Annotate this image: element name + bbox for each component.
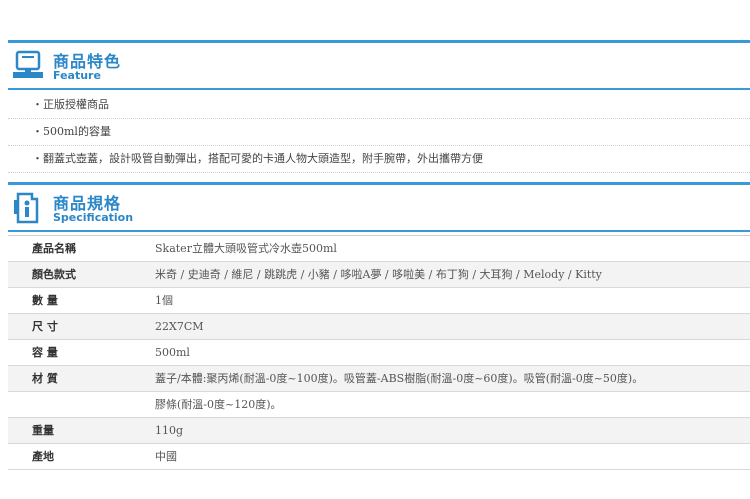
table-row: 數 量 1個 bbox=[8, 288, 750, 314]
spec-subtitle: Specification bbox=[53, 211, 134, 224]
table-row: 膠條(耐溫-0度~120度)。 bbox=[8, 392, 750, 418]
table-row: 產地 中國 bbox=[8, 444, 750, 470]
computer-monitor-icon bbox=[13, 50, 43, 78]
table-row: 產品名稱 Skater立體大頭吸管式冷水壺500ml bbox=[8, 236, 750, 262]
feature-subtitle: Feature bbox=[53, 69, 101, 82]
feature-top-bar bbox=[8, 40, 750, 43]
spec-label: 尺 寸 bbox=[32, 320, 58, 333]
spec-label: 容 量 bbox=[32, 346, 58, 359]
spec-label: 產地 bbox=[32, 450, 54, 463]
table-row: 材 質 蓋子/本體:聚丙烯(耐溫-0度~100度)。吸管蓋-ABS樹脂(耐溫-0… bbox=[8, 366, 750, 392]
feature-item: ・500ml的容量 bbox=[8, 119, 750, 146]
table-row: 重量 110g bbox=[8, 418, 750, 444]
feature-item: ・翻蓋式壺蓋，設計吸管自動彈出，搭配可愛的卡通人物大頭造型，附手腕帶，外出攜帶方… bbox=[8, 146, 750, 173]
spec-value: Skater立體大頭吸管式冷水壺500ml bbox=[155, 242, 337, 255]
table-row: 容 量 500ml bbox=[8, 340, 750, 366]
table-row: 尺 寸 22X7CM bbox=[8, 314, 750, 340]
table-row: 顏色款式 米奇 / 史迪奇 / 維尼 / 跳跳虎 / 小豬 / 哆啦A夢 / 哆… bbox=[8, 262, 750, 288]
spec-header: 商品規格 Specification bbox=[10, 190, 310, 230]
spec-value: 1個 bbox=[155, 294, 173, 307]
spec-label: 產品名稱 bbox=[32, 242, 76, 255]
spec-label: 顏色款式 bbox=[32, 268, 76, 281]
spec-label: 數 量 bbox=[32, 294, 58, 307]
feature-list: ・正版授權商品 ・500ml的容量 ・翻蓋式壺蓋，設計吸管自動彈出，搭配可愛的卡… bbox=[8, 92, 750, 173]
document-spec-icon bbox=[14, 192, 39, 224]
spec-value: 蓋子/本體:聚丙烯(耐溫-0度~100度)。吸管蓋-ABS樹脂(耐溫-0度~60… bbox=[155, 372, 644, 385]
spec-value: 22X7CM bbox=[155, 320, 204, 333]
spec-value: 膠條(耐溫-0度~120度)。 bbox=[155, 398, 282, 411]
spec-label bbox=[8, 392, 155, 417]
feature-header: 商品特色 Feature bbox=[10, 48, 310, 88]
spec-bottom-bar bbox=[8, 230, 750, 232]
spec-value: 110g bbox=[155, 424, 184, 437]
spec-top-bar bbox=[8, 182, 750, 185]
spec-value: 500ml bbox=[155, 346, 190, 359]
spec-value: 米奇 / 史迪奇 / 維尼 / 跳跳虎 / 小豬 / 哆啦A夢 / 哆啦美 / … bbox=[155, 268, 602, 281]
feature-bottom-bar bbox=[8, 88, 750, 90]
spec-label: 重量 bbox=[32, 424, 54, 437]
spec-table: 產品名稱 Skater立體大頭吸管式冷水壺500ml 顏色款式 米奇 / 史迪奇… bbox=[8, 235, 750, 470]
feature-item: ・正版授權商品 bbox=[8, 92, 750, 119]
spec-value: 中國 bbox=[155, 450, 177, 463]
spec-label: 材 質 bbox=[32, 372, 58, 385]
